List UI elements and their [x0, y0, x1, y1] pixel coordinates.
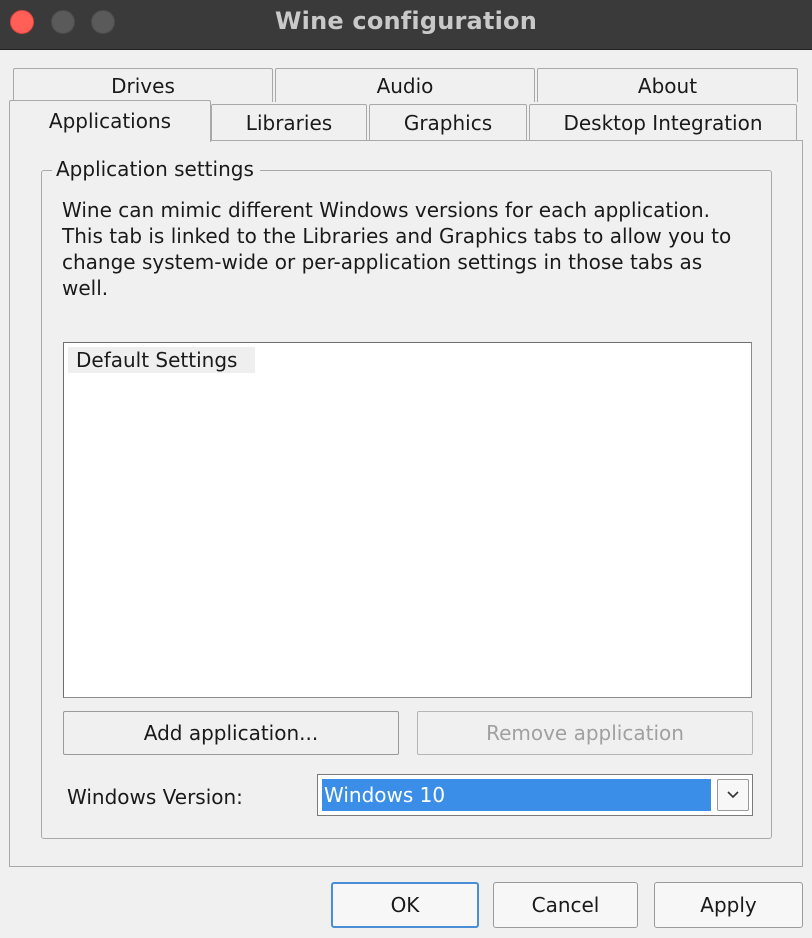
add-application-button[interactable]: Add application...	[63, 711, 399, 755]
list-item-default-settings[interactable]: Default Settings	[68, 347, 256, 373]
chevron-down-icon	[727, 791, 739, 799]
cancel-button[interactable]: Cancel	[493, 882, 638, 928]
description-line: change system-wide or per-application se…	[62, 250, 703, 300]
tab-panel-applications: Application settings Wine can mimic diff…	[9, 140, 803, 867]
tab-audio[interactable]: Audio	[275, 68, 535, 102]
application-settings-group: Application settings Wine can mimic diff…	[41, 155, 772, 839]
description-line: This tab is linked to the Libraries and …	[62, 224, 732, 248]
remove-application-label: Remove application	[486, 721, 684, 745]
tab-about[interactable]: About	[537, 68, 798, 102]
tab-libraries[interactable]: Libraries	[211, 104, 367, 140]
description-text: Wine can mimic different Windows version…	[62, 197, 752, 301]
windows-version-value: Windows 10	[322, 779, 711, 811]
description-line: Wine can mimic different Windows version…	[62, 198, 711, 222]
tab-desktop-integration[interactable]: Desktop Integration	[529, 104, 797, 140]
group-title: Application settings	[52, 155, 260, 183]
windows-version-label: Windows Version:	[67, 785, 243, 809]
ok-button[interactable]: OK	[331, 882, 479, 928]
tab-drives[interactable]: Drives	[13, 68, 273, 102]
tab-applications[interactable]: Applications	[9, 100, 211, 142]
remove-application-button[interactable]: Remove application	[417, 711, 753, 755]
add-application-label: Add application...	[143, 721, 319, 745]
window-title: Wine configuration	[274, 7, 538, 35]
dropdown-button[interactable]	[717, 779, 749, 811]
windows-version-select[interactable]: Windows 10	[317, 774, 753, 816]
title-bar: Wine configuration	[0, 0, 812, 50]
tab-graphics[interactable]: Graphics	[369, 104, 527, 140]
application-list[interactable]: Default Settings	[63, 342, 752, 698]
apply-button[interactable]: Apply	[654, 882, 803, 928]
